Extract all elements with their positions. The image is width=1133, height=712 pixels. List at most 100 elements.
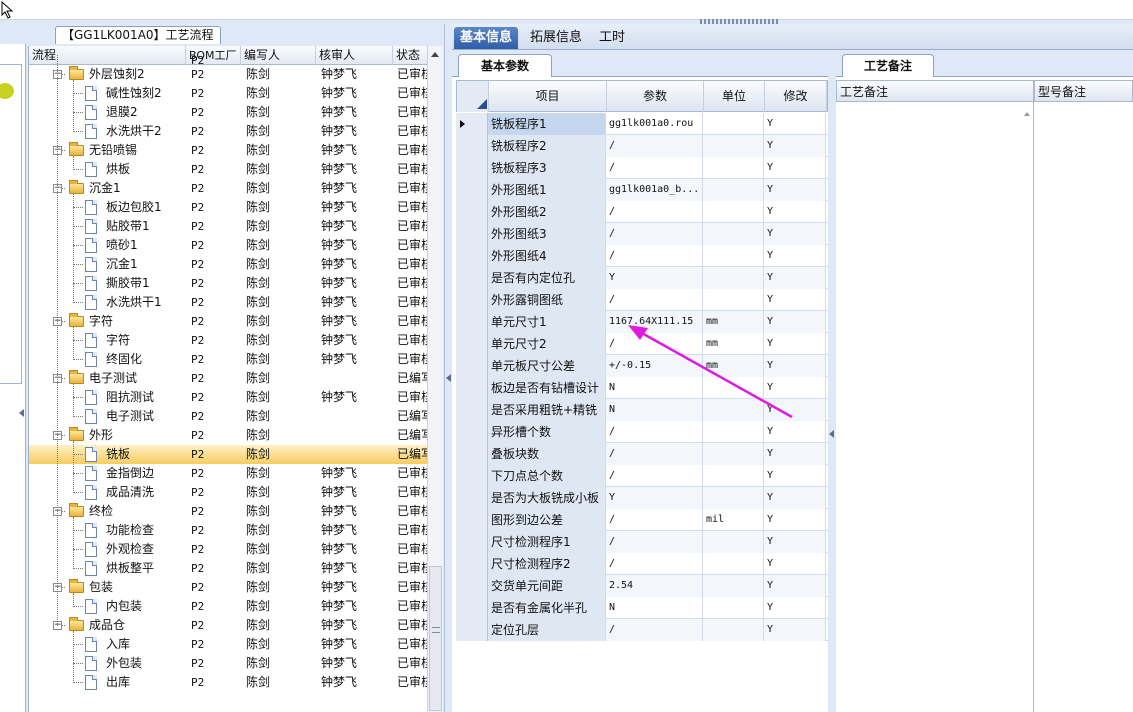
row-selector[interactable] bbox=[456, 135, 488, 157]
tree-node[interactable]: 成品清洗 bbox=[29, 483, 186, 502]
param-cell-value[interactable]: N bbox=[606, 597, 703, 619]
param-cell-unit[interactable] bbox=[703, 223, 764, 245]
tree-node[interactable]: 贴胶带1 bbox=[29, 217, 186, 236]
tree-node[interactable]: − 沉金1 bbox=[29, 179, 186, 198]
param-row[interactable]: 是否有金属化半孔 N Y bbox=[456, 597, 828, 619]
param-cell-modify[interactable]: Y bbox=[764, 619, 826, 641]
param-row[interactable]: 定位孔层 / Y bbox=[456, 619, 828, 641]
param-row[interactable]: 板边是否有钻槽设计 N Y bbox=[456, 377, 828, 399]
tree-node[interactable]: 字符 bbox=[29, 331, 186, 350]
tree-row[interactable]: 成品清洗 P2 陈剑 钟梦飞 已审核 bbox=[29, 483, 441, 502]
col-header-item[interactable]: 项目 bbox=[489, 81, 607, 112]
tree-row[interactable]: 退膜2 P2 陈剑 钟梦飞 已审核 bbox=[29, 103, 441, 122]
param-cell-value[interactable]: / bbox=[606, 135, 703, 157]
param-cell-modify[interactable]: Y bbox=[764, 597, 826, 619]
tree-row[interactable]: − 成品仓 P2 陈剑 钟梦飞 已审核 bbox=[29, 616, 441, 635]
param-cell-unit[interactable] bbox=[703, 377, 764, 399]
tree-row[interactable]: 入库 P2 陈剑 钟梦飞 已审核 bbox=[29, 635, 441, 654]
param-cell-unit[interactable] bbox=[703, 201, 764, 223]
param-cell-modify[interactable]: Y bbox=[764, 157, 826, 179]
param-cell-modify[interactable]: Y bbox=[764, 267, 826, 289]
tree-row[interactable]: 铣板 P2 陈剑 已编写 bbox=[29, 445, 441, 464]
tree-node[interactable]: 外包装 bbox=[29, 654, 186, 673]
process-remark-area[interactable] bbox=[836, 102, 1034, 712]
param-cell-modify[interactable]: Y bbox=[764, 531, 826, 553]
tab-basic-info[interactable]: 基本信息 bbox=[454, 27, 519, 49]
param-row[interactable]: 是否为大板铣成小板 Y Y bbox=[456, 487, 828, 509]
model-remark-area[interactable] bbox=[1034, 102, 1133, 712]
param-cell-unit[interactable] bbox=[703, 465, 764, 487]
tree-node[interactable]: 水洗烘干2 bbox=[29, 122, 186, 141]
tree-node[interactable]: 终固化 bbox=[29, 350, 186, 369]
row-selector[interactable] bbox=[456, 531, 488, 553]
row-selector[interactable] bbox=[456, 619, 488, 641]
tree-row[interactable]: 金指倒边 P2 陈剑 钟梦飞 已审核 bbox=[29, 464, 441, 483]
tab-extended-info[interactable]: 拓展信息 bbox=[524, 27, 588, 49]
param-cell-unit[interactable] bbox=[703, 487, 764, 509]
tree-row[interactable]: 水洗烘干1 P2 陈剑 钟梦飞 已审核 bbox=[29, 293, 441, 312]
param-row[interactable]: 图形到边公差 / mil Y bbox=[456, 509, 828, 531]
param-cell-modify[interactable]: Y bbox=[764, 135, 826, 157]
param-row[interactable]: 外形图纸3/ Y bbox=[456, 223, 828, 245]
param-row[interactable]: 叠板块数 / Y bbox=[456, 443, 828, 465]
param-cell-modify[interactable]: Y bbox=[764, 311, 826, 333]
tree-node[interactable]: 铣板 bbox=[29, 445, 186, 464]
tree-row[interactable]: 外包装 P2 陈剑 钟梦飞 已审核 bbox=[29, 654, 441, 673]
param-row[interactable]: 尺寸检测程序2/ Y bbox=[456, 553, 828, 575]
col-header-model-remark[interactable]: 型号备注 bbox=[1034, 80, 1133, 102]
param-cell-modify[interactable]: Y bbox=[764, 201, 826, 223]
tree-node[interactable]: 板边包胶1 bbox=[29, 198, 186, 217]
param-row[interactable]: 铣板程序2/ Y bbox=[456, 135, 828, 157]
param-cell-unit[interactable]: mm bbox=[703, 355, 764, 377]
param-cell-unit[interactable] bbox=[703, 597, 764, 619]
param-cell-modify[interactable]: Y bbox=[764, 113, 826, 135]
param-cell-value[interactable]: / bbox=[606, 509, 703, 531]
param-cell-modify[interactable]: Y bbox=[764, 465, 826, 487]
param-cell-unit[interactable] bbox=[703, 179, 764, 201]
tree-row[interactable]: 烘板 P2 陈剑 钟梦飞 已审核 bbox=[29, 160, 441, 179]
param-cell-modify[interactable]: Y bbox=[764, 333, 826, 355]
param-cell-modify[interactable]: Y bbox=[764, 399, 826, 421]
tree-row[interactable]: − 沉金1 P2 陈剑 钟梦飞 已审核 bbox=[29, 179, 441, 198]
tree-node[interactable]: 碱性蚀刻2 bbox=[29, 84, 186, 103]
tree-node[interactable]: − 终检 bbox=[29, 502, 186, 521]
param-row[interactable]: 交货单元间距 2.54 Y bbox=[456, 575, 828, 597]
row-selector[interactable] bbox=[456, 377, 488, 399]
tree-row[interactable]: 功能检查 P2 陈剑 钟梦飞 已审核 bbox=[29, 521, 441, 540]
tree-row[interactable]: 板边包胶1 P2 陈剑 钟梦飞 已审核 bbox=[29, 198, 441, 217]
row-selector[interactable] bbox=[456, 267, 488, 289]
row-selector[interactable] bbox=[456, 245, 488, 267]
param-cell-value[interactable]: +/-0.15 bbox=[606, 355, 703, 377]
param-cell-unit[interactable] bbox=[703, 619, 764, 641]
param-cell-modify[interactable]: Y bbox=[764, 179, 826, 201]
tree-node[interactable]: 烘板整平 bbox=[29, 559, 186, 578]
row-selector[interactable] bbox=[456, 509, 488, 531]
param-cell-unit[interactable] bbox=[703, 575, 764, 597]
param-cell-value[interactable]: / bbox=[606, 553, 703, 575]
tree-row[interactable]: − 终检 P2 陈剑 钟梦飞 已审核 bbox=[29, 502, 441, 521]
right-splitter[interactable] bbox=[828, 50, 836, 712]
param-row[interactable]: 下刀点总个数 / Y bbox=[456, 465, 828, 487]
tree-row[interactable]: 烘板整平 P2 陈剑 钟梦飞 已审核 bbox=[29, 559, 441, 578]
param-cell-modify[interactable]: Y bbox=[764, 487, 826, 509]
row-selector[interactable] bbox=[456, 597, 488, 619]
tree-node[interactable]: 退膜2 bbox=[29, 103, 186, 122]
tree-node[interactable]: − 无铅喷锡 bbox=[29, 141, 186, 160]
param-row[interactable]: 是否采用粗铣+精铣 N Y bbox=[456, 399, 828, 421]
tree-node[interactable]: − 包装 bbox=[29, 578, 186, 597]
param-row[interactable]: 是否有内定位孔 Y Y bbox=[456, 267, 828, 289]
tree-node[interactable]: 金指倒边 bbox=[29, 464, 186, 483]
param-cell-unit[interactable]: mm bbox=[703, 333, 764, 355]
scroll-thumb[interactable] bbox=[429, 566, 442, 711]
tree-node[interactable]: − 字符 bbox=[29, 312, 186, 331]
param-cell-modify[interactable]: Y bbox=[764, 509, 826, 531]
tree-row[interactable]: − 无铅喷锡 P2 陈剑 钟梦飞 已审核 bbox=[29, 141, 441, 160]
row-selector[interactable] bbox=[456, 311, 488, 333]
tree-node[interactable]: 外观检查 bbox=[29, 540, 186, 559]
row-selector[interactable] bbox=[456, 443, 488, 465]
collapse-left-icon[interactable] bbox=[19, 409, 24, 417]
tree-row[interactable]: 碱性蚀刻2 P2 陈剑 钟梦飞 已审核 bbox=[29, 84, 441, 103]
tree-node[interactable]: 喷砂1 bbox=[29, 236, 186, 255]
param-cell-value[interactable]: 2.54 bbox=[606, 575, 703, 597]
tree-row[interactable]: 终固化 P2 陈剑 钟梦飞 已审核 bbox=[29, 350, 441, 369]
